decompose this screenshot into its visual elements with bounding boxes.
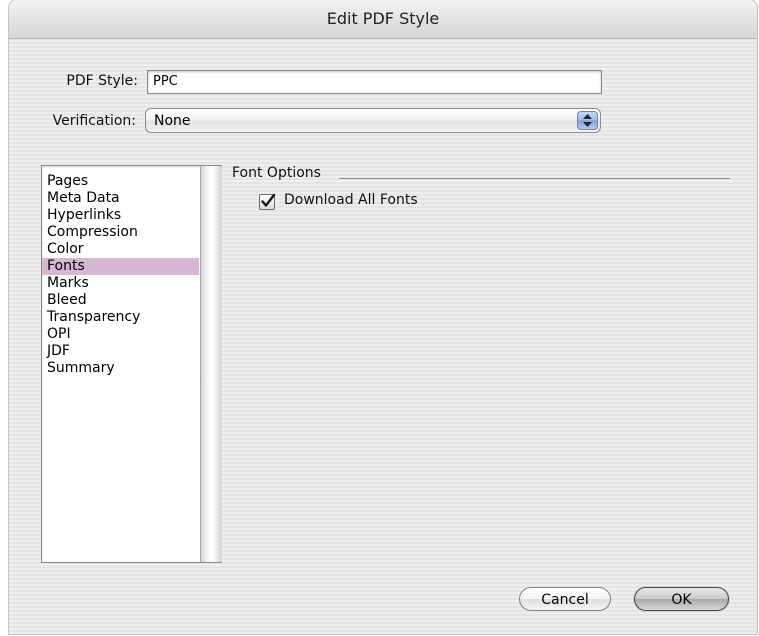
ok-button[interactable]: OK: [634, 587, 729, 611]
section-divider: [339, 178, 730, 179]
list-item-meta-data[interactable]: Meta Data: [42, 190, 199, 207]
list-item-bleed[interactable]: Bleed: [42, 292, 199, 309]
up-down-arrows-icon: [577, 111, 598, 130]
category-list[interactable]: Pages Meta Data Hyperlinks Compression C…: [41, 165, 222, 563]
list-item-hyperlinks[interactable]: Hyperlinks: [42, 207, 199, 224]
download-all-fonts-checkbox[interactable]: [259, 193, 276, 210]
download-all-fonts-label[interactable]: Download All Fonts: [284, 192, 418, 208]
cancel-button[interactable]: Cancel: [519, 587, 611, 611]
verification-value: None: [154, 113, 191, 129]
title-bar[interactable]: Edit PDF Style: [9, 0, 757, 39]
list-item-summary[interactable]: Summary: [42, 360, 199, 377]
dialog-title: Edit PDF Style: [326, 9, 440, 28]
list-item-marks[interactable]: Marks: [42, 275, 199, 292]
pdf-style-label: PDF Style:: [66, 73, 138, 89]
list-item-color[interactable]: Color: [42, 241, 199, 258]
pdf-style-input[interactable]: PPC: [147, 70, 602, 94]
verification-popup[interactable]: None: [145, 108, 601, 133]
verification-label: Verification:: [52, 113, 136, 129]
list-item-jdf[interactable]: JDF: [42, 343, 199, 360]
list-item-transparency[interactable]: Transparency: [42, 309, 199, 326]
list-item-fonts[interactable]: Fonts: [42, 258, 199, 275]
list-item-opi[interactable]: OPI: [42, 326, 199, 343]
list-scrollbar[interactable]: [200, 166, 222, 562]
font-options-heading: Font Options: [232, 165, 321, 181]
list-item-pages[interactable]: Pages: [42, 173, 199, 190]
checkmark-icon: [261, 193, 276, 207]
list-item-compression[interactable]: Compression: [42, 224, 199, 241]
edit-pdf-style-dialog: Edit PDF Style PDF Style: PPC Verificati…: [9, 0, 757, 634]
